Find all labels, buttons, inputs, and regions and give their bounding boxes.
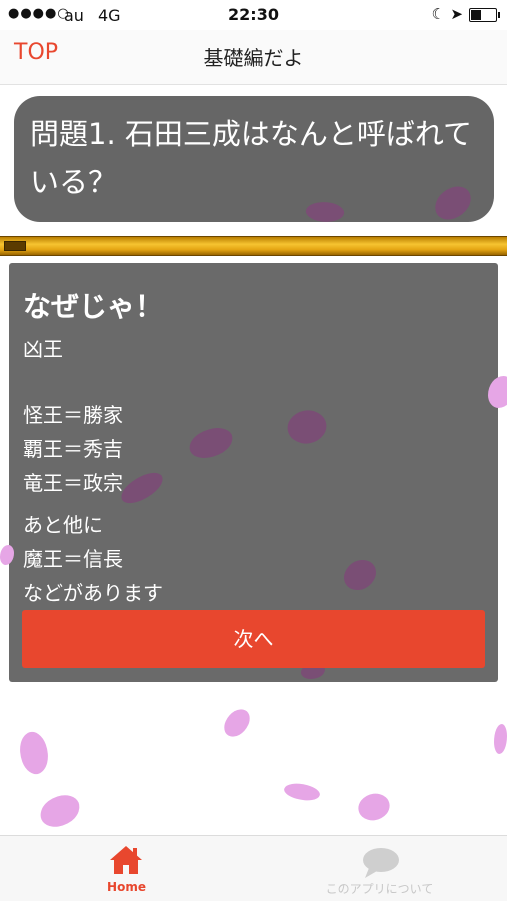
location-icon: ➤	[450, 5, 463, 23]
home-icon	[110, 846, 142, 874]
answer-line: あと他に	[23, 513, 103, 537]
question-bubble: 問題1. 石田三成はなんと呼ばれている？	[14, 96, 494, 222]
petal-decoration	[116, 468, 168, 508]
answer-line: 魔王＝信長	[23, 547, 123, 571]
tab-about[interactable]: このアプリについて	[253, 836, 506, 901]
tab-home-label: Home	[107, 880, 146, 894]
petal-decoration	[220, 704, 254, 742]
petal-decoration	[340, 554, 380, 596]
progress-bar	[0, 236, 507, 256]
answer-line: 竜王＝政宗	[23, 471, 123, 495]
answer-line: 覇王＝秀吉	[23, 437, 123, 461]
answer-line: などがあります	[23, 581, 163, 605]
next-button[interactable]: 次へ	[22, 610, 485, 668]
petal-decoration	[13, 728, 55, 778]
tab-bar: Home このアプリについて	[0, 835, 507, 901]
answer-heading: なぜじゃ！	[23, 290, 164, 323]
progress-fill	[4, 241, 26, 251]
answer-line: 凶王	[23, 337, 63, 361]
navigation-bar: TOP 基礎編だよ	[0, 30, 507, 85]
answer-line: 怪王＝勝家	[23, 403, 123, 427]
petal-decoration	[281, 401, 333, 453]
petal-decoration	[186, 425, 236, 461]
page-title: 基礎編だよ	[203, 46, 304, 70]
speech-bubble-icon	[363, 848, 399, 878]
petal-decoration	[37, 792, 83, 830]
tab-home[interactable]: Home	[0, 836, 253, 901]
battery-icon	[469, 8, 500, 22]
question-text: 問題1. 石田三成はなんと呼ばれている？	[30, 117, 473, 199]
status-bar: ●●●●○ au 4G 22:30 ☾ ➤	[0, 0, 507, 30]
petal-decoration	[494, 724, 507, 754]
moon-icon: ☾	[431, 5, 445, 23]
petal-decoration	[282, 779, 322, 805]
answer-card: なぜじゃ！ 凶王 怪王＝勝家 覇王＝秀吉 竜王＝政宗 あと他に 魔王＝信長 など…	[9, 263, 498, 682]
petal-decoration	[353, 786, 395, 828]
tab-about-label: このアプリについて	[325, 882, 434, 896]
